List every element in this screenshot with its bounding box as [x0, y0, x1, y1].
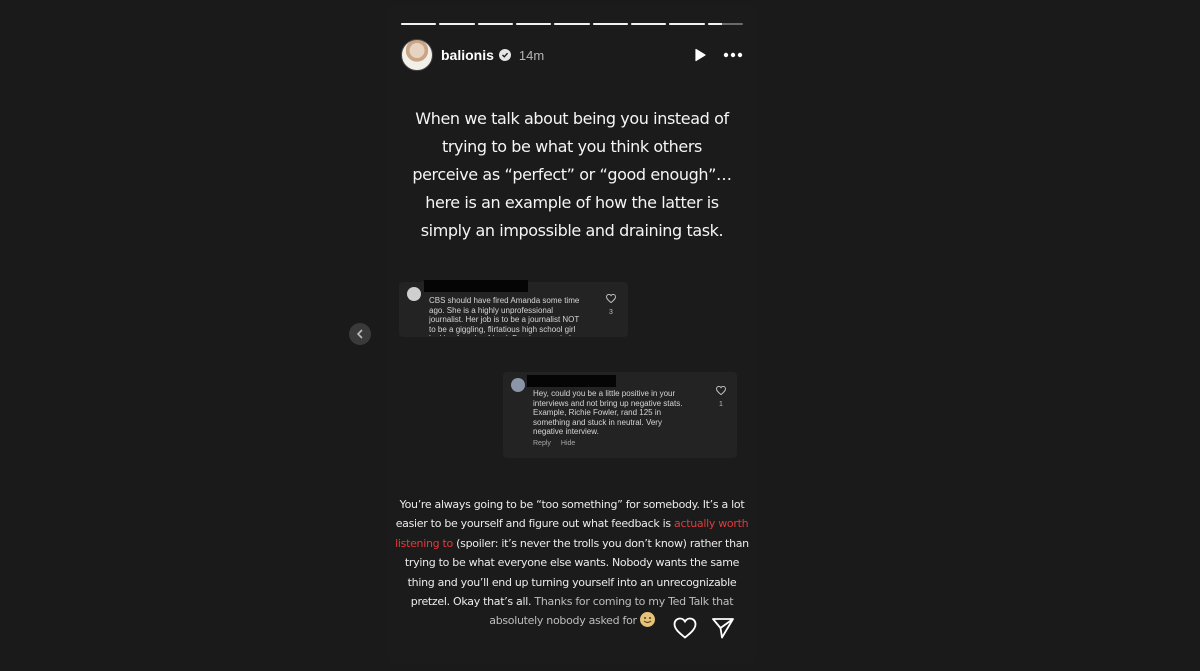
smile-emoji-icon: [639, 612, 655, 628]
play-button[interactable]: [693, 48, 707, 62]
progress-segment: [401, 23, 437, 25]
progress-segment: [592, 23, 628, 25]
progress-segment: [439, 23, 475, 25]
progress-segment: [477, 23, 513, 25]
like-count: 1: [719, 401, 723, 408]
progress-segment: [554, 23, 590, 25]
comment-line: ago. She is a highly unprofessional: [429, 305, 554, 315]
commenter-avatar: [511, 378, 525, 392]
heart-icon: [606, 294, 616, 303]
comment-line: Example, Richie Fowler, rand 125 in: [533, 408, 662, 417]
like-story-button[interactable]: [673, 617, 697, 639]
avatar[interactable]: [401, 39, 433, 71]
comment-line: something and stuck in neutral. Very: [533, 417, 662, 427]
post-time: 14m: [518, 47, 545, 63]
story-header: balionis 14m: [401, 37, 743, 73]
comment-screenshot-2: Hey, could you be a little positive in y…: [503, 372, 737, 458]
story-progress-bar: [401, 23, 743, 25]
comment-text: CBS should have fired Amanda some time ag…: [429, 296, 599, 336]
story-caption-top: When we talk about being you instead of …: [412, 109, 732, 240]
redacted-username: [527, 375, 616, 387]
comment-line: looking for a boyfriend. Dan is a marrie…: [429, 334, 599, 336]
progress-segment: [515, 23, 552, 25]
heart-icon: [673, 617, 697, 639]
verified-badge-icon: [498, 49, 511, 61]
comment-line: Hey, could you be a little positive in y…: [533, 389, 676, 398]
hide-link: Hide: [560, 440, 576, 447]
story-viewer[interactable]: balionis 14m When we talk about being yo…: [387, 5, 757, 663]
comment-line: interviews and not bring up negative sta…: [533, 398, 683, 408]
progress-segment: [707, 23, 743, 25]
more-options-button[interactable]: [723, 52, 743, 58]
reply-link: Reply: [533, 440, 551, 447]
more-options-icon: [723, 52, 743, 58]
comment-line: journalist. Her job is to be a journalis…: [429, 315, 580, 324]
username[interactable]: balionis: [441, 47, 494, 63]
like-count: 3: [609, 309, 613, 316]
comment-screenshot-1: CBS should have fired Amanda some time ag…: [399, 280, 628, 337]
share-story-button[interactable]: [711, 617, 735, 639]
send-icon: [712, 618, 734, 639]
progress-segment: [630, 23, 667, 25]
comment-text: Hey, could you be a little positive in y…: [533, 389, 708, 437]
comment-line: negative interview.: [533, 427, 599, 436]
heart-icon: [716, 386, 726, 395]
previous-story-button[interactable]: [349, 323, 371, 345]
comment-line: CBS should have fired Amanda some time: [429, 296, 580, 305]
redacted-username: [424, 280, 528, 292]
story-caption-bottom: You’re always going to be “too something…: [391, 495, 753, 631]
comment-line: to be a giggling, flirtatious high schoo…: [429, 324, 576, 334]
chevron-left-icon: [356, 329, 363, 339]
play-icon: [695, 48, 706, 62]
progress-segment: [669, 23, 705, 25]
commenter-avatar: [407, 287, 421, 301]
